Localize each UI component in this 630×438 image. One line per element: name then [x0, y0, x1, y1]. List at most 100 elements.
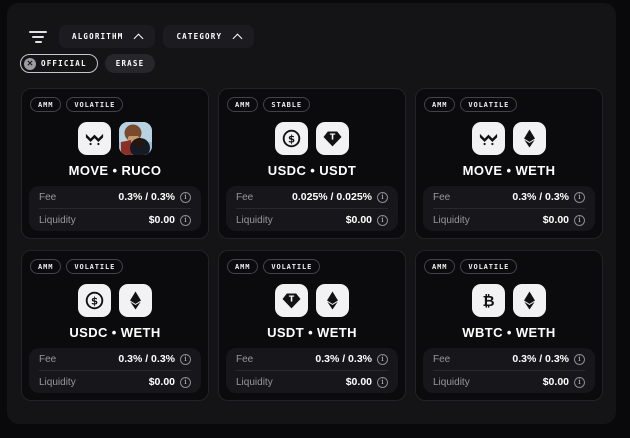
filter-toolbar: ALGORITHM CATEGORY — [27, 25, 255, 48]
fee-label: Fee — [433, 353, 451, 365]
fee-value: 0.3% / 0.3% — [118, 353, 175, 365]
filter-lines-icon — [27, 30, 49, 43]
info-icon[interactable]: i — [377, 214, 388, 226]
chip-erase-label: ERASE — [115, 59, 145, 68]
liquidity-label: Liquidity — [236, 214, 273, 226]
badge-amm: AMM — [227, 259, 259, 274]
info-icon[interactable]: i — [377, 353, 388, 365]
fee-value: 0.3% / 0.3% — [512, 191, 569, 203]
pool-token-icons — [22, 122, 208, 155]
fee-label: Fee — [39, 191, 57, 203]
liquidity-label: Liquidity — [39, 214, 76, 226]
pool-card-move-ruco[interactable]: AMM VOLATILE MOVE • RUCO Fee 0.3% / 0.3% … — [21, 88, 209, 239]
info-icon[interactable]: i — [377, 376, 388, 388]
pool-badges: AMM VOLATILE — [424, 259, 518, 274]
liquidity-row: Liquidity $0.00 i — [433, 209, 585, 231]
pool-stats-box: Fee 0.3% / 0.3% i Liquidity $0.00 i — [423, 348, 595, 393]
badge-amm: AMM — [424, 259, 456, 274]
svg-text:T: T — [330, 133, 336, 142]
pool-card-usdt-weth[interactable]: AMM VOLATILE T USDT • WETH Fee 0.3% / 0.3… — [218, 250, 406, 401]
info-icon[interactable]: i — [574, 376, 585, 388]
chevron-up-icon — [232, 33, 243, 43]
liquidity-label: Liquidity — [433, 214, 470, 226]
fee-label: Fee — [39, 353, 57, 365]
svg-text:T: T — [289, 295, 295, 304]
pool-pair-name: WBTC • WETH — [462, 325, 556, 340]
pool-card-usdc-weth[interactable]: AMM VOLATILE $ USDC • WETH Fee 0.3% / 0.3… — [21, 250, 209, 401]
pool-badges: AMM STABLE — [227, 97, 311, 112]
token-icon-weth — [513, 122, 546, 155]
fee-value: 0.3% / 0.3% — [512, 353, 569, 365]
fee-value: 0.3% / 0.3% — [118, 191, 175, 203]
badge-volatile: VOLATILE — [460, 97, 518, 112]
pool-token-icons — [416, 122, 602, 155]
pool-pair-name: MOVE • WETH — [462, 163, 556, 178]
fee-value: 0.3% / 0.3% — [315, 353, 372, 365]
fee-row: Fee 0.3% / 0.3% i — [39, 186, 191, 208]
token-icon-weth — [316, 284, 349, 317]
fee-row: Fee 0.3% / 0.3% i — [39, 348, 191, 370]
remove-filter-icon[interactable]: ✕ — [24, 57, 36, 70]
token-icon-usdt: T — [275, 284, 308, 317]
info-icon[interactable]: i — [180, 214, 191, 226]
pool-badges: AMM VOLATILE — [30, 97, 124, 112]
pool-pair-name: USDC • USDT — [267, 163, 357, 178]
svg-text:₿: ₿ — [482, 293, 494, 310]
liquidity-row: Liquidity $0.00 i — [39, 209, 191, 231]
info-icon[interactable]: i — [377, 191, 388, 203]
pool-stats-box: Fee 0.3% / 0.3% i Liquidity $0.00 i — [29, 348, 201, 393]
algorithm-filter-label: ALGORITHM — [72, 32, 124, 41]
badge-stable: STABLE — [263, 97, 311, 112]
pools-grid: AMM VOLATILE MOVE • RUCO Fee 0.3% / 0.3% … — [21, 88, 603, 401]
token-icon-weth — [513, 284, 546, 317]
info-icon[interactable]: i — [180, 191, 191, 203]
category-filter-label: CATEGORY — [176, 32, 223, 41]
token-icon-usdt: T — [316, 122, 349, 155]
pool-card-move-weth[interactable]: AMM VOLATILE MOVE • WETH Fee 0.3% / 0.3% … — [415, 88, 603, 239]
category-filter-button[interactable]: CATEGORY — [163, 25, 255, 48]
chip-official[interactable]: ✕ OFFICIAL — [20, 54, 98, 73]
badge-volatile: VOLATILE — [66, 259, 124, 274]
token-icon-move — [472, 122, 505, 155]
pools-panel: ALGORITHM CATEGORY ✕ OFFICIAL ERASE AMM V… — [7, 3, 616, 424]
pool-token-icons: T — [219, 284, 405, 317]
info-icon[interactable]: i — [574, 353, 585, 365]
liquidity-row: Liquidity $0.00 i — [39, 371, 191, 393]
token-icon-weth — [119, 284, 152, 317]
fee-row: Fee 0.3% / 0.3% i — [433, 348, 585, 370]
pool-pair-name: USDC • WETH — [69, 325, 161, 340]
badge-amm: AMM — [227, 97, 259, 112]
info-icon[interactable]: i — [574, 191, 585, 203]
fee-row: Fee 0.3% / 0.3% i — [433, 186, 585, 208]
chip-official-label: OFFICIAL — [41, 59, 87, 68]
pool-badges: AMM VOLATILE — [227, 259, 321, 274]
token-icon-usdc: $ — [275, 122, 308, 155]
pool-stats-box: Fee 0.3% / 0.3% i Liquidity $0.00 i — [423, 186, 595, 231]
fee-label: Fee — [236, 353, 254, 365]
pool-badges: AMM VOLATILE — [30, 259, 124, 274]
liquidity-label: Liquidity — [433, 376, 470, 388]
liquidity-value: $0.00 — [345, 376, 372, 388]
pool-stats-box: Fee 0.3% / 0.3% i Liquidity $0.00 i — [226, 348, 398, 393]
pool-token-icons: $ T — [219, 122, 405, 155]
token-icon-move — [78, 122, 111, 155]
liquidity-row: Liquidity $0.00 i — [236, 371, 388, 393]
pool-card-wbtc-weth[interactable]: AMM VOLATILE ₿ WBTC • WETH Fee 0.3% / 0.3… — [415, 250, 603, 401]
liquidity-label: Liquidity — [39, 376, 76, 388]
liquidity-value: $0.00 — [542, 376, 569, 388]
badge-amm: AMM — [424, 97, 456, 112]
pool-stats-box: Fee 0.025% / 0.025% i Liquidity $0.00 i — [226, 186, 398, 231]
pool-token-icons: $ — [22, 284, 208, 317]
fee-row: Fee 0.025% / 0.025% i — [236, 186, 388, 208]
algorithm-filter-button[interactable]: ALGORITHM — [59, 25, 156, 48]
info-icon[interactable]: i — [180, 353, 191, 365]
badge-volatile: VOLATILE — [66, 97, 124, 112]
chip-erase[interactable]: ERASE — [104, 54, 156, 73]
pool-card-usdc-usdt[interactable]: AMM STABLE $ T USDC • USDT Fee 0.025% / 0.… — [218, 88, 406, 239]
info-icon[interactable]: i — [180, 376, 191, 388]
svg-text:$: $ — [288, 134, 295, 145]
liquidity-row: Liquidity $0.00 i — [433, 371, 585, 393]
svg-text:$: $ — [91, 296, 98, 307]
info-icon[interactable]: i — [574, 214, 585, 226]
token-icon-ruco — [119, 122, 152, 155]
